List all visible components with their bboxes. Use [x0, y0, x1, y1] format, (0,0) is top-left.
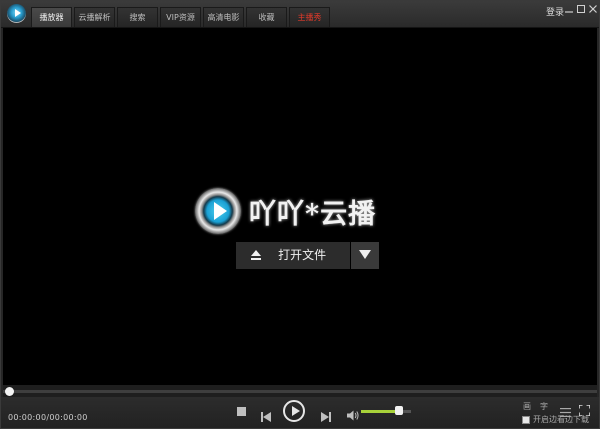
playlist-button[interactable]: [560, 402, 571, 417]
minimize-icon[interactable]: [563, 3, 575, 15]
triangle-down-icon: [359, 250, 372, 259]
download-label: 开启边看边下载: [533, 415, 589, 424]
fullscreen-button[interactable]: [578, 401, 591, 417]
tab-hd-movies[interactable]: 高清电影: [203, 7, 244, 27]
tab-search[interactable]: 搜索: [117, 7, 158, 27]
stop-button[interactable]: [237, 407, 246, 416]
brand-title: 吖吖*云播: [249, 198, 377, 230]
brand: 吖吖*云播: [195, 186, 376, 236]
quality-button[interactable]: 画: [523, 401, 531, 412]
volume-fill: [361, 410, 399, 413]
open-file-button[interactable]: 打开文件: [236, 242, 351, 269]
login-link[interactable]: 登录: [546, 5, 564, 18]
volume-knob[interactable]: [394, 406, 403, 415]
skip-back-icon: [261, 412, 271, 422]
play-logo-icon: [195, 188, 241, 234]
volume-button[interactable]: [347, 406, 359, 421]
open-file-label: 打开文件: [278, 248, 327, 262]
progress-knob[interactable]: [5, 387, 14, 396]
download-option: 开启边看边下载: [522, 414, 589, 425]
open-file-dropdown[interactable]: [351, 242, 379, 269]
player-window: 播放器 云播解析 搜索 VIP资源 高清电影 收藏 主播秀 登录 吖吖*云播 打…: [0, 0, 600, 429]
tab-favorites[interactable]: 收藏: [246, 7, 287, 27]
app-logo-icon[interactable]: [7, 4, 26, 23]
open-file-group: 打开文件: [236, 242, 379, 269]
volume-slider[interactable]: [361, 410, 411, 413]
maximize-icon[interactable]: [575, 3, 587, 15]
next-button[interactable]: [321, 407, 331, 422]
progress-track[interactable]: [3, 390, 597, 393]
progress-bar[interactable]: [3, 385, 597, 397]
download-checkbox[interactable]: [522, 415, 530, 424]
title-bar: 播放器 云播解析 搜索 VIP资源 高清电影 收藏 主播秀 登录: [1, 1, 599, 28]
tab-live-show[interactable]: 主播秀: [289, 7, 330, 27]
tab-cloud-parse[interactable]: 云播解析: [74, 7, 115, 27]
eject-icon: [251, 250, 261, 260]
main-tabs: 播放器 云播解析 搜索 VIP资源 高清电影 收藏 主播秀: [31, 7, 332, 27]
close-icon[interactable]: [587, 3, 599, 15]
tab-player[interactable]: 播放器: [31, 7, 72, 27]
speaker-icon: [347, 410, 359, 421]
tab-vip-resources[interactable]: VIP资源: [160, 7, 201, 27]
time-display: 00:00:00/00:00:00: [8, 413, 88, 422]
skip-forward-icon: [321, 412, 331, 422]
video-area[interactable]: 吖吖*云播 打开文件: [3, 28, 597, 385]
previous-button[interactable]: [261, 407, 271, 422]
subtitle-button[interactable]: 字: [540, 401, 548, 412]
play-button[interactable]: [283, 400, 305, 422]
control-bar: 00:00:00/00:00:00 画 字 开启边看边下载: [1, 397, 599, 428]
